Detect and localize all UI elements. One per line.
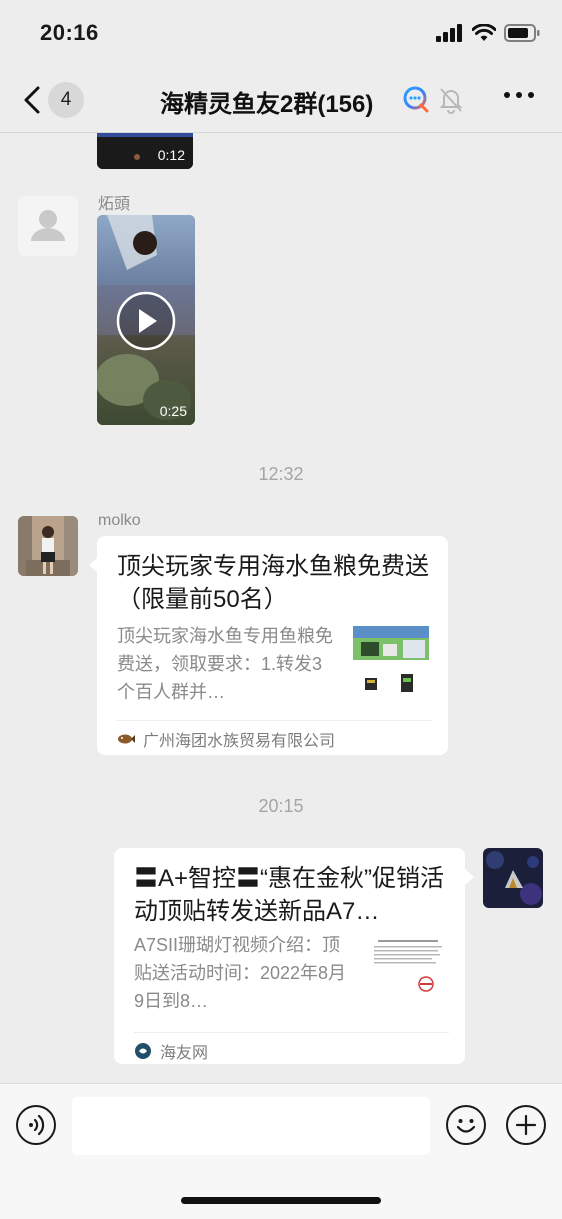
avatar-photo (18, 516, 78, 576)
card-thumbnail (368, 932, 448, 1012)
video-message[interactable]: 0:25 (97, 215, 195, 425)
add-button[interactable] (506, 1105, 546, 1145)
voice-button[interactable] (16, 1105, 56, 1145)
title-icons (402, 86, 464, 114)
message-input[interactable] (72, 1097, 430, 1155)
emoji-icon (456, 1119, 476, 1133)
video-duration: 0:12 (157, 147, 185, 163)
emoji-button[interactable] (446, 1105, 486, 1145)
more-options-icon[interactable] (504, 92, 534, 98)
unread-count-badge[interactable]: 4 (48, 82, 84, 118)
card-divider (117, 720, 432, 721)
avatar-self[interactable] (483, 848, 543, 908)
video-duration: 0:25 (159, 403, 187, 419)
avatar-default[interactable] (18, 196, 78, 256)
play-icon[interactable] (116, 291, 176, 351)
card-thumbnail (351, 624, 431, 704)
fish-icon (118, 734, 135, 744)
card-description: A7SII珊瑚灯视频介绍：顶贴送活动时间：2022年8月9日到8… (134, 935, 347, 1011)
card-title: 顶尖玩家专用海水鱼粮免费送（限量前50名） (117, 553, 429, 613)
chat-bubble-icon (403, 86, 429, 113)
signal-icon (436, 24, 462, 42)
wifi-icon (472, 24, 496, 41)
message-timestamp: 12:32 (258, 464, 304, 484)
message-list[interactable]: 0:12 炻頭 0:25 12:32 molko 顶尖玩家专用海水鱼粮免费送（限… (0, 133, 562, 1083)
card-source-name: 广州海团水族贸易有限公司 (143, 733, 336, 750)
status-icons (436, 24, 540, 42)
avatar-molko[interactable] (18, 516, 78, 576)
card-description: 顶尖玩家海水鱼专用鱼粮免费送，领取要求：1.转发3个百人群并… (117, 626, 333, 702)
home-indicator[interactable] (181, 1197, 381, 1204)
message-timestamp: 20:15 (258, 796, 304, 816)
person-icon (31, 210, 65, 241)
voice-icon (29, 1114, 45, 1136)
card-divider (134, 1032, 449, 1033)
status-time: 20:16 (40, 20, 99, 45)
card-source: 广州海团水族贸易有限公司 (117, 727, 335, 751)
link-card[interactable]: 〓A+智控〓“惠在金秋”促销活动顶贴转发送新品A7… A7SII珊瑚灯视频介绍：… (114, 848, 465, 1064)
link-card[interactable]: 顶尖玩家专用海水鱼粮免费送（限量前50名） 顶尖玩家海水鱼专用鱼粮免费送，领取要… (97, 536, 448, 755)
mute-bell-icon (439, 88, 463, 114)
video-message[interactable]: 0:12 (97, 133, 193, 169)
globe-icon (135, 1043, 151, 1059)
chat-header: 4 海精灵鱼友2群(156) (0, 70, 562, 133)
card-source-name: 海友网 (160, 1045, 209, 1062)
plus-icon (515, 1114, 537, 1136)
bubble-tail (465, 869, 474, 885)
avatar-photo (483, 848, 543, 908)
card-source: 海友网 (134, 1039, 208, 1063)
sender-name: 炻頭 (98, 196, 131, 213)
status-bar: 20:16 (0, 0, 562, 70)
group-title: 海精灵鱼友2群(156) (160, 91, 374, 118)
sender-name: molko (98, 512, 141, 529)
battery-icon (504, 24, 540, 42)
card-title: 〓A+智控〓“惠在金秋”促销活动顶贴转发送新品A7… (134, 865, 445, 925)
back-arrow-icon[interactable] (18, 80, 48, 120)
